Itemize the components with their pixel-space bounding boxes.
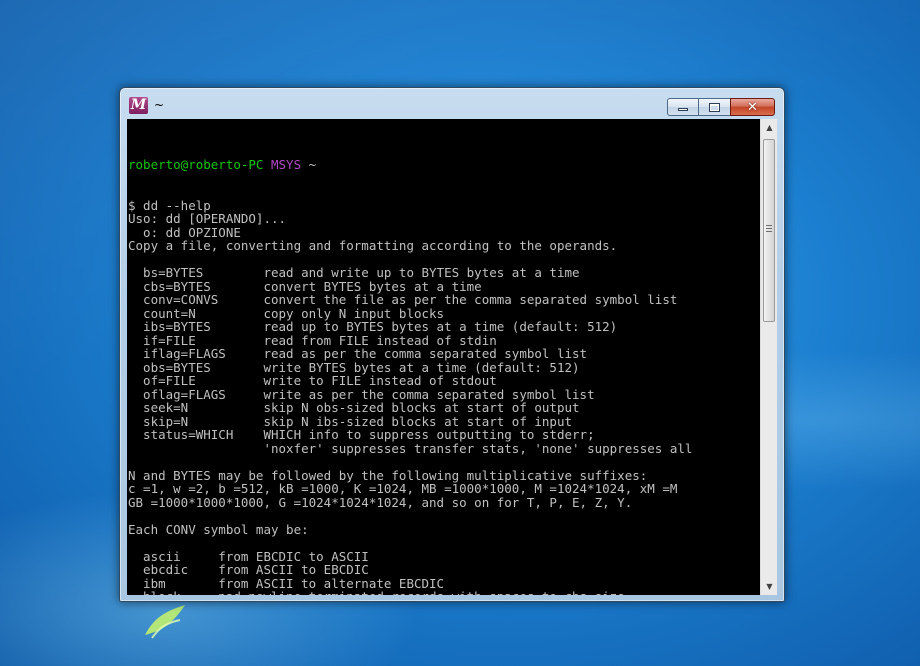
- terminal-line: of=FILE write to FILE instead of stdout: [128, 373, 497, 388]
- terminal-line: block pad newline-terminated records wit…: [128, 590, 760, 595]
- terminal-line: c =1, w =2, b =512, kB =1000, K =1024, M…: [128, 481, 678, 496]
- terminal-line: if=FILE read from FILE instead of stdin: [128, 332, 497, 348]
- terminal-line: ebcdic from ASCII to EBCDIC: [128, 562, 369, 577]
- terminal-line: cbs=BYTES convert BYTES bytes at a time: [128, 278, 482, 294]
- terminal-line: seek=N skip N obs-sized blocks at start …: [128, 400, 580, 415]
- terminal-line: ibm from ASCII to alternate EBCDIC: [128, 575, 445, 591]
- minimize-button[interactable]: [667, 98, 699, 116]
- window-title: ~: [154, 98, 165, 112]
- terminal-line: skip=N skip N ibs-sized blocks at start …: [128, 413, 573, 429]
- terminal-line: ascii from EBCDIC to ASCII: [128, 548, 369, 564]
- scroll-down-arrow-icon[interactable]: ▼: [761, 578, 777, 595]
- terminal-line: ibs=BYTES read up to BYTES bytes at a ti…: [128, 319, 618, 334]
- terminal-output[interactable]: roberto@roberto-PC MSYS ~ $ dd --help Uso…: [128, 131, 760, 595]
- terminal-line: oflag=FLAGS write as per the comma separ…: [128, 386, 595, 402]
- output-lines: $ dd --help Uso: dd [OPERANDO]... o: dd O…: [128, 197, 760, 595]
- terminal-line: Each CONV symbol may be:: [128, 521, 309, 537]
- terminal-line: $ dd --help: [128, 197, 211, 213]
- terminal-line: count=N copy only N input blocks: [128, 305, 445, 321]
- prompt-user-host: roberto@roberto-PC: [128, 157, 264, 172]
- terminal-line: Uso: dd [OPERANDO]...: [128, 211, 287, 226]
- maximize-button[interactable]: [698, 98, 731, 116]
- minimize-icon: [678, 108, 688, 111]
- close-icon: ✕: [747, 99, 758, 115]
- close-button[interactable]: ✕: [730, 98, 775, 116]
- terminal-line: obs=BYTES write BYTES bytes at a time (d…: [128, 359, 580, 375]
- scrollbar-thumb[interactable]: [763, 139, 775, 322]
- terminal-line: N and BYTES may be followed by the follo…: [128, 467, 648, 483]
- terminal-window: M ~ ✕ roberto@roberto-PC MSYS ~ $ dd --h…: [119, 87, 785, 602]
- terminal-line: status=WHICH WHICH info to suppress outp…: [128, 427, 595, 442]
- terminal-line: conv=CONVS convert the file as per the c…: [128, 292, 678, 307]
- terminal-line: 'noxfer' suppresses transfer stats, 'non…: [128, 440, 693, 456]
- vertical-scrollbar[interactable]: ▲ ▼: [760, 119, 777, 595]
- prompt-system: MSYS: [271, 157, 302, 172]
- title-bar[interactable]: M ~ ✕: [120, 88, 784, 120]
- msys-app-icon[interactable]: M: [129, 97, 148, 114]
- prompt-path: ~: [308, 157, 317, 172]
- scrollbar-grip-icon: [766, 225, 772, 233]
- prompt-line: roberto@roberto-PC MSYS ~: [128, 158, 760, 172]
- terminal-line: o: dd OPZIONE: [128, 224, 241, 240]
- terminal-line: bs=BYTES read and write up to BYTES byte…: [128, 265, 580, 280]
- terminal-line: Copy a file, converting and formatting a…: [128, 238, 618, 253]
- terminal-client-area[interactable]: roberto@roberto-PC MSYS ~ $ dd --help Uso…: [127, 119, 777, 595]
- desktop-logo-leaf-icon: [145, 605, 185, 639]
- maximize-icon: [709, 102, 720, 112]
- scroll-up-arrow-icon[interactable]: ▲: [761, 119, 777, 136]
- terminal-line: iflag=FLAGS read as per the comma separa…: [128, 346, 588, 361]
- terminal-line: GB =1000*1000*1000, G =1024*1024*1024, a…: [128, 494, 633, 510]
